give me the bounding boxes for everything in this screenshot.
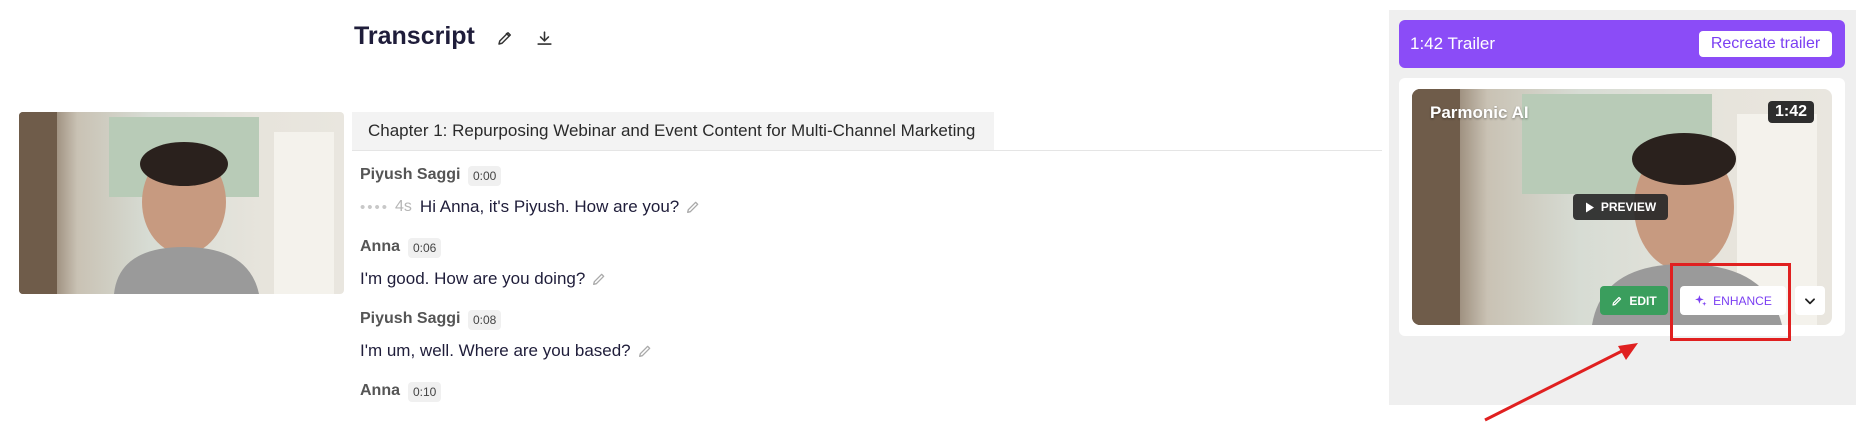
preview-button[interactable]: PREVIEW [1573, 194, 1668, 220]
chapter-title[interactable]: Chapter 1: Repurposing Webinar and Event… [352, 112, 994, 150]
preview-label: PREVIEW [1600, 200, 1657, 214]
download-transcript-button[interactable] [531, 25, 557, 51]
timestamp-badge[interactable]: 0:08 [468, 310, 502, 330]
transcript-line: I'm good. How are you doing? [360, 269, 607, 289]
speaker-name: Anna [360, 382, 400, 399]
play-icon [1585, 202, 1594, 212]
recreate-trailer-button[interactable]: Recreate trailer [1699, 31, 1832, 57]
line-text[interactable]: Hi Anna, it's Piyush. How are you? [420, 197, 679, 217]
more-options-button[interactable] [1795, 286, 1825, 315]
pencil-icon[interactable] [685, 199, 701, 215]
annotation-highlight-box [1670, 263, 1791, 341]
speaker-name: Anna [360, 238, 400, 255]
pencil-icon[interactable] [591, 271, 607, 287]
line-text[interactable]: I'm um, well. Where are you based? [360, 341, 631, 361]
thumbnail-scene [19, 112, 334, 294]
pencil-icon [498, 32, 511, 45]
silence-duration: 4s [395, 198, 412, 215]
timestamp-badge[interactable]: 0:00 [468, 166, 502, 186]
speaker-name: Piyush Saggi [360, 166, 461, 183]
chevron-down-icon [1805, 297, 1815, 304]
edit-label: EDIT [1629, 293, 1657, 308]
timestamp-badge[interactable]: 0:10 [408, 382, 442, 402]
speaker-name: Piyush Saggi [360, 310, 461, 327]
edit-transcript-button[interactable] [492, 25, 518, 51]
duration-badge: 1:42 [1768, 101, 1815, 123]
page-title: Transcript [354, 22, 475, 50]
edit-trailer-button[interactable]: EDIT [1600, 286, 1668, 315]
download-icon [536, 30, 552, 45]
silence-dots-icon: •••• [360, 198, 390, 216]
timestamp-badge[interactable]: 0:06 [408, 238, 442, 258]
line-text[interactable]: I'm good. How are you doing? [360, 269, 585, 289]
annotation-arrow-icon [1484, 343, 1638, 422]
pencil-icon [1612, 296, 1622, 306]
pencil-icon[interactable] [637, 343, 653, 359]
brand-label: Parmonic AI [1430, 103, 1529, 122]
divider [352, 150, 1382, 151]
video-thumbnail[interactable] [19, 112, 344, 294]
trailer-label: 1:42 Trailer [1410, 34, 1496, 53]
transcript-line: I'm um, well. Where are you based? [360, 341, 653, 361]
transcript-line: •••• 4s Hi Anna, it's Piyush. How are yo… [360, 197, 701, 217]
